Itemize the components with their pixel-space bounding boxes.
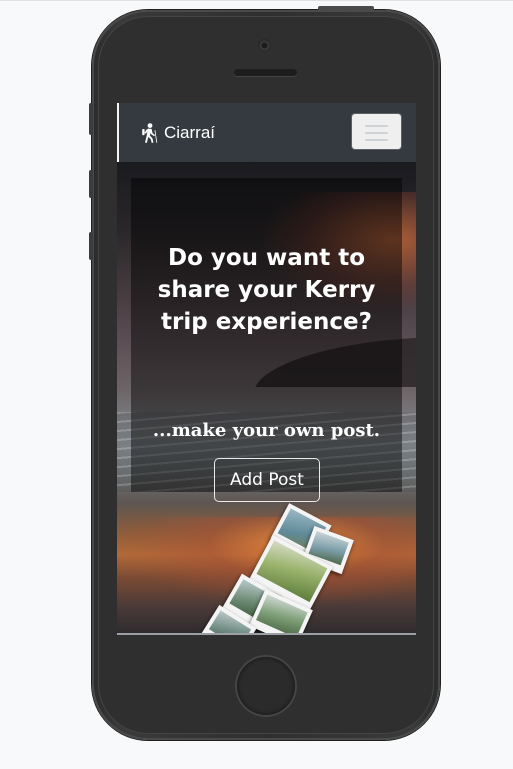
navbar-toggler-button[interactable] — [351, 113, 402, 150]
photo-stack-image — [117, 503, 416, 635]
phone-camera — [258, 39, 271, 52]
hamburger-menu-icon-line — [365, 139, 388, 141]
phone-screen: Ciarraí Do you want to share your Kerry … — [117, 103, 416, 635]
hamburger-menu-icon — [365, 125, 388, 127]
hero-section: Do you want to share your Kerry trip exp… — [117, 162, 416, 635]
hiking-icon — [142, 123, 158, 143]
navbar-brand[interactable]: Ciarraí — [141, 122, 215, 144]
hero-subheadline: ...make your own post. — [152, 420, 381, 441]
brand-name: Ciarraí — [164, 123, 216, 142]
hamburger-menu-icon-line — [365, 132, 388, 134]
phone-home-button — [237, 657, 295, 715]
phone-volume-up-button — [89, 170, 93, 198]
phone-power-button — [318, 6, 374, 11]
phone-volume-down-button — [89, 232, 93, 260]
phone-side-button — [89, 103, 93, 135]
hero-headline: Do you want to share your Kerry trip exp… — [157, 245, 376, 335]
navbar: Ciarraí — [117, 103, 416, 162]
phone-speaker — [234, 69, 297, 76]
screen-bottom-edge — [117, 633, 416, 635]
add-post-button[interactable]: Add Post — [214, 458, 320, 502]
browser-top-border — [0, 0, 513, 1]
